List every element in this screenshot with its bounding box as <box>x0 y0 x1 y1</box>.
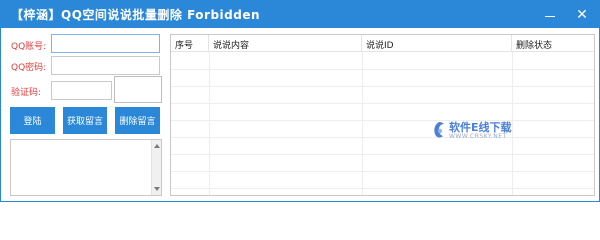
log-scrollbar[interactable] <box>151 140 161 195</box>
column-header-id[interactable]: 说说ID <box>362 35 512 52</box>
grid-line <box>171 188 594 189</box>
download-logo-icon <box>434 122 444 138</box>
qq-account-label: QQ账号: <box>11 42 47 52</box>
minimize-button[interactable] <box>535 1 565 28</box>
fetch-messages-button[interactable]: 获取留言 <box>63 107 107 134</box>
grid-line <box>171 154 594 155</box>
grid-line <box>171 69 594 70</box>
grid-line <box>171 103 594 104</box>
grid-line <box>171 86 594 87</box>
scroll-down-arrow-icon[interactable] <box>154 187 160 191</box>
watermark-url: WWW.CRSKY.NET <box>449 133 507 140</box>
title-bar[interactable]: 【梓涵】QQ空间说说批量删除 Forbidden ✕ <box>1 1 599 28</box>
table-header: 序号 说说内容 说说ID 删除状态 <box>171 35 594 52</box>
delete-messages-button[interactable]: 删除留言 <box>115 107 160 134</box>
minimize-icon <box>545 16 555 17</box>
grid-line <box>209 52 210 195</box>
qq-password-label: QQ密码: <box>11 63 47 73</box>
captcha-input[interactable] <box>51 81 112 100</box>
scroll-up-arrow-icon[interactable] <box>154 144 160 148</box>
posts-table[interactable]: 序号 说说内容 说说ID 删除状态 软件E线下载 WWW.CRSKY.NET <box>170 34 595 196</box>
column-header-content[interactable]: 说说内容 <box>209 35 362 52</box>
column-header-status[interactable]: 删除状态 <box>512 35 594 52</box>
qq-password-input[interactable] <box>51 56 160 75</box>
grid-line <box>171 171 594 172</box>
close-icon: ✕ <box>576 6 588 23</box>
close-button[interactable]: ✕ <box>567 1 597 28</box>
watermark: 软件E线下载 WWW.CRSKY.NET <box>431 119 541 143</box>
column-header-seq[interactable]: 序号 <box>171 35 209 52</box>
qq-account-input[interactable] <box>51 34 160 53</box>
window-title: 【梓涵】QQ空间说说批量删除 Forbidden <box>11 8 261 22</box>
login-button[interactable]: 登陆 <box>10 107 55 134</box>
log-textarea[interactable] <box>10 139 162 196</box>
captcha-label: 验证码: <box>11 88 42 98</box>
captcha-image[interactable] <box>114 76 162 103</box>
app-window: 【梓涵】QQ空间说说批量删除 Forbidden ✕ QQ账号: QQ密码: 验… <box>0 0 600 202</box>
grid-line <box>362 52 363 195</box>
